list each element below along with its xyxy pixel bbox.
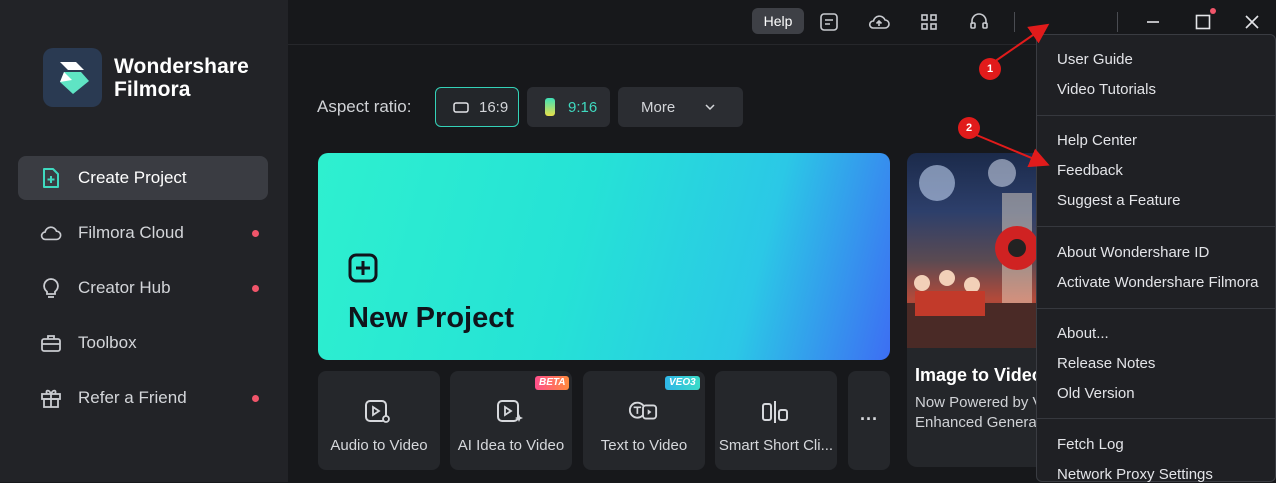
- ai-idea-icon: [495, 397, 525, 427]
- aspect-9-16-button[interactable]: 9:16: [527, 87, 610, 127]
- landscape-icon: [453, 101, 469, 113]
- concert-thumbnail: [907, 153, 1047, 348]
- sidebar-item-label: Create Project: [78, 168, 187, 187]
- cloud-upload-icon[interactable]: [867, 10, 891, 34]
- aspect-16-9-button[interactable]: 16:9: [435, 87, 519, 127]
- tool-label: Text to Video: [600, 437, 688, 454]
- annotation-marker-1: 1: [979, 58, 1001, 80]
- sidebar-item-filmora-cloud[interactable]: Filmora Cloud: [18, 211, 268, 255]
- menu-separator: [1037, 115, 1275, 116]
- brand: Wondershare Filmora: [43, 48, 249, 107]
- tool-label: Audio to Video: [330, 437, 428, 454]
- notification-dot: [252, 230, 259, 237]
- portrait-icon: [544, 97, 556, 117]
- minimize-icon[interactable]: [1139, 8, 1167, 36]
- audio-to-video-icon: [363, 397, 393, 427]
- smart-short-clips-icon: [760, 397, 790, 427]
- tool-label: Smart Short Cli...: [718, 437, 834, 454]
- help-menu: User Guide Video Tutorials Help Center F…: [1036, 34, 1276, 483]
- image-to-video-card[interactable]: Image to Video Now Powered by V Enhanced…: [907, 153, 1047, 467]
- menu-item-video-tutorials[interactable]: Video Tutorials: [1057, 81, 1156, 98]
- add-square-icon: [348, 253, 378, 288]
- brand-line-2: Filmora: [114, 77, 191, 101]
- tool-card-text-to-video[interactable]: VEO3 Text to Video: [583, 371, 705, 470]
- grid-icon[interactable]: [917, 10, 941, 34]
- filmora-logo-icon: [43, 48, 102, 107]
- sidebar-nav: Create Project Filmora Cloud Creator Hub…: [18, 156, 268, 431]
- subtitle-line-1: Now Powered by V: [915, 394, 1043, 411]
- new-project-title: New Project: [348, 302, 514, 334]
- sidebar-item-toolbox[interactable]: Toolbox: [18, 321, 268, 365]
- brand-line-1: Wondershare: [114, 54, 249, 78]
- gift-icon: [40, 387, 62, 409]
- tool-card-audio-to-video[interactable]: Audio to Video: [318, 371, 440, 470]
- tool-card-ai-idea-to-video[interactable]: BETA AI Idea to Video: [450, 371, 572, 470]
- cloud-icon: [40, 222, 62, 244]
- menu-item-release-notes[interactable]: Release Notes: [1057, 355, 1155, 372]
- sidebar-item-creator-hub[interactable]: Creator Hub: [18, 266, 268, 310]
- tasks-icon[interactable]: [817, 10, 841, 34]
- brand-name: Wondershare Filmora: [114, 55, 249, 101]
- more-label: More: [641, 98, 676, 116]
- chevron-down-icon: [705, 104, 715, 110]
- aspect-16-9-label: 16:9: [479, 98, 509, 116]
- aspect-ratio-label: Aspect ratio:: [317, 97, 412, 116]
- image-to-video-title: Image to Video: [915, 365, 1043, 385]
- annotation-marker-2: 2: [958, 117, 980, 139]
- more-dots-icon: ···: [860, 409, 878, 429]
- menu-separator: [1037, 308, 1275, 309]
- headset-icon[interactable]: [967, 10, 991, 34]
- toolbar-divider: [1014, 12, 1015, 32]
- sidebar-item-label: Toolbox: [78, 333, 137, 352]
- sidebar: Wondershare Filmora Create Project Filmo…: [0, 0, 288, 482]
- help-button[interactable]: Help: [752, 8, 804, 34]
- menu-item-old-version[interactable]: Old Version: [1057, 385, 1135, 402]
- menu-item-fetch-log[interactable]: Fetch Log: [1057, 436, 1124, 453]
- notification-dot: [252, 285, 259, 292]
- menu-separator: [1037, 418, 1275, 419]
- sidebar-item-label: Filmora Cloud: [78, 223, 184, 242]
- menu-item-activate-filmora[interactable]: Activate Wondershare Filmora: [1057, 274, 1258, 291]
- menu-item-user-guide[interactable]: User Guide: [1057, 51, 1133, 68]
- notification-dot: [252, 395, 259, 402]
- menu-item-feedback[interactable]: Feedback: [1057, 162, 1123, 179]
- image-to-video-subtitle: Now Powered by V Enhanced Generati: [915, 393, 1044, 433]
- veo3-badge: VEO3: [665, 376, 700, 390]
- aspect-9-16-label: 9:16: [568, 98, 598, 116]
- more-aspect-dropdown[interactable]: More: [618, 87, 743, 127]
- sidebar-item-label: Refer a Friend: [78, 388, 187, 407]
- toolbox-icon: [40, 332, 62, 354]
- sidebar-item-refer-a-friend[interactable]: Refer a Friend: [18, 376, 268, 420]
- close-icon[interactable]: [1238, 8, 1266, 36]
- tool-label: AI Idea to Video: [457, 437, 565, 454]
- menu-item-network-proxy-settings[interactable]: Network Proxy Settings: [1057, 466, 1213, 483]
- menu-item-help-center[interactable]: Help Center: [1057, 132, 1137, 149]
- menu-item-about[interactable]: About...: [1057, 325, 1109, 342]
- subtitle-line-2: Enhanced Generati: [915, 414, 1045, 431]
- create-project-icon: [40, 167, 62, 189]
- menu-item-suggest-a-feature[interactable]: Suggest a Feature: [1057, 192, 1180, 209]
- beta-badge: BETA: [535, 376, 570, 390]
- bulb-icon: [40, 277, 62, 299]
- sidebar-item-label: Creator Hub: [78, 278, 171, 297]
- menu-item-about-wondershare-id[interactable]: About Wondershare ID: [1057, 244, 1209, 261]
- tool-card-smart-short-clips[interactable]: Smart Short Cli...: [715, 371, 837, 470]
- update-dot: [1210, 8, 1216, 14]
- toolbar-divider: [1117, 12, 1118, 32]
- menu-separator: [1037, 226, 1275, 227]
- new-project-card[interactable]: New Project: [318, 153, 890, 360]
- sidebar-item-create-project[interactable]: Create Project: [18, 156, 268, 200]
- text-to-video-icon: [628, 397, 658, 427]
- more-tools-button[interactable]: ···: [848, 371, 890, 470]
